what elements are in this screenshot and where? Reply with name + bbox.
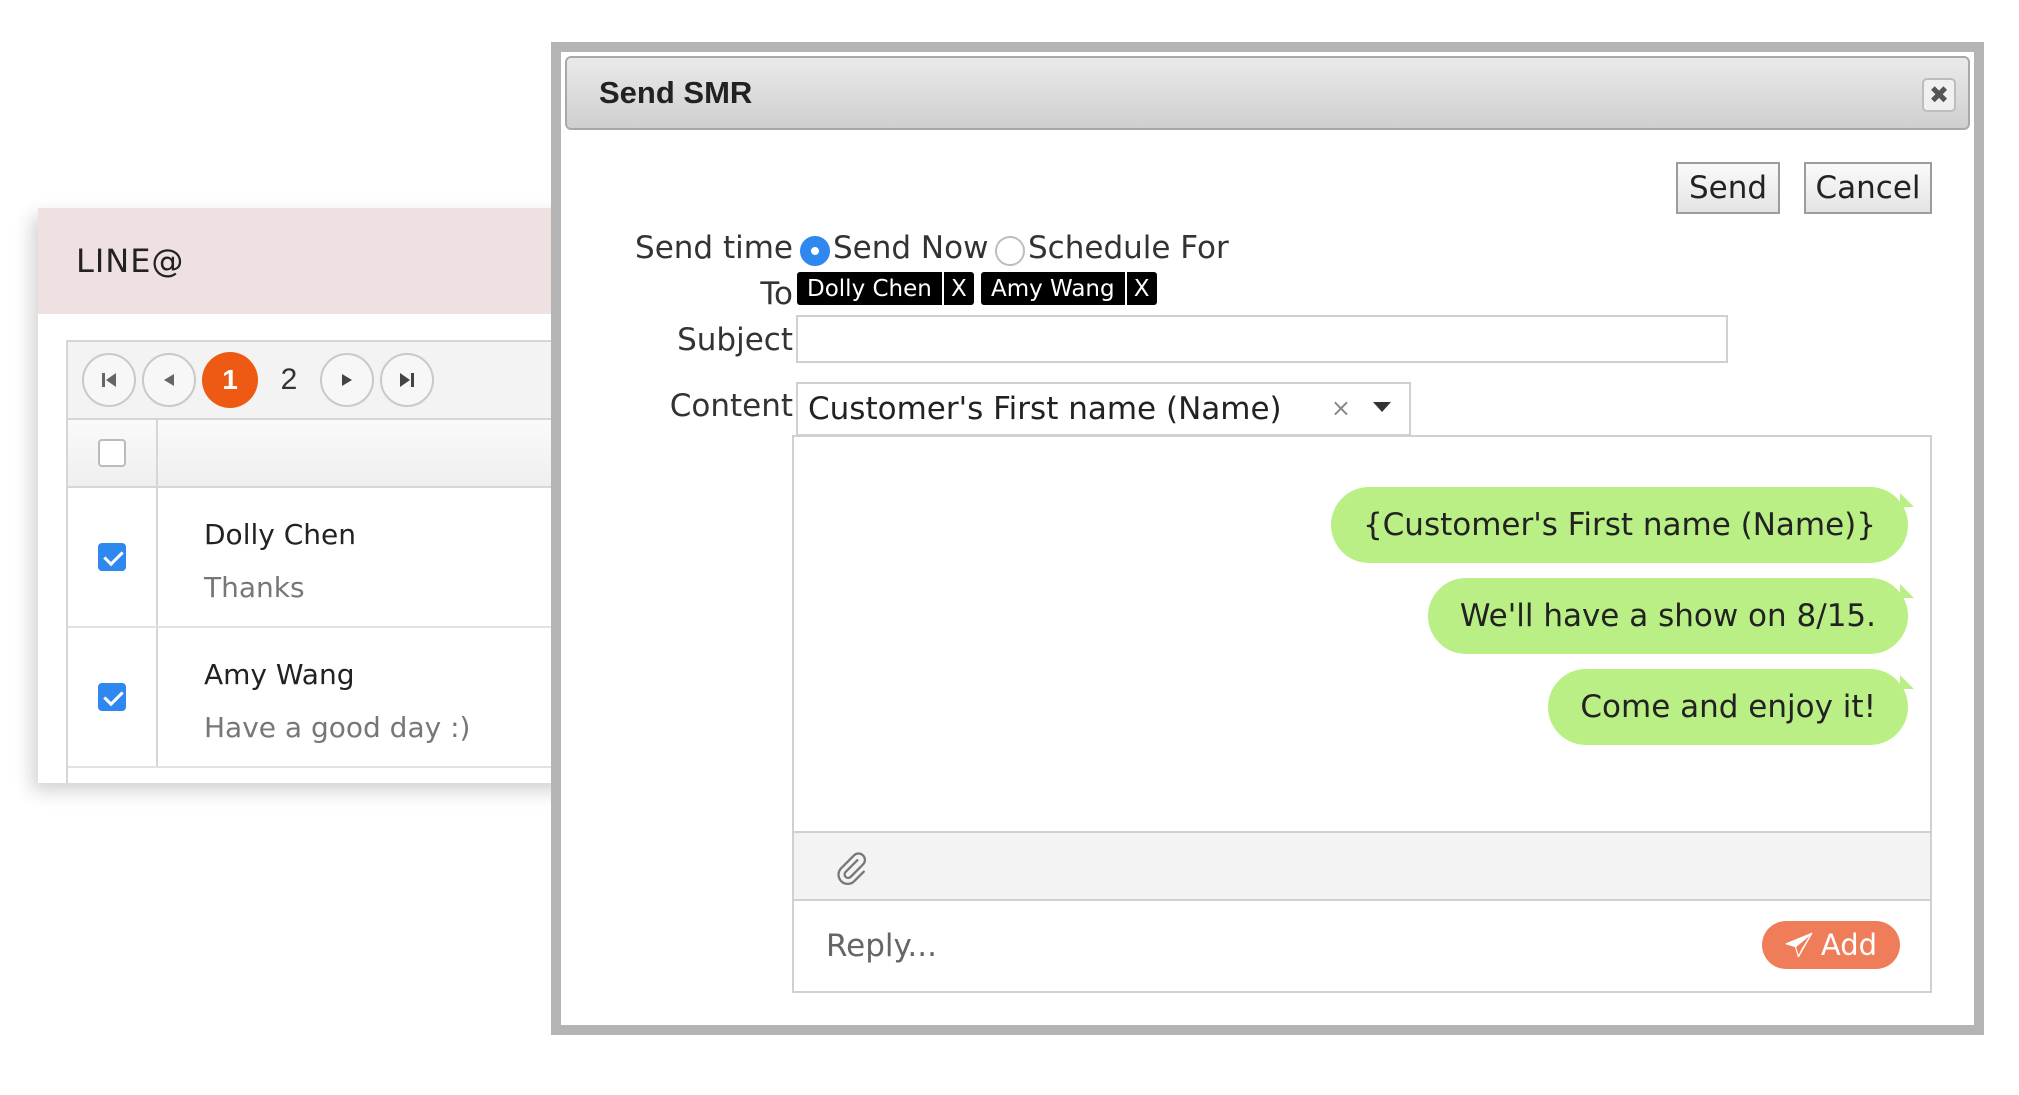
select-all-cell — [68, 420, 158, 486]
row-check-cell — [68, 628, 158, 766]
last-page-icon — [400, 373, 414, 387]
recipient-tag: Dolly Chen X — [797, 272, 974, 305]
remove-recipient-button[interactable]: X — [1124, 272, 1157, 305]
chevron-down-icon[interactable] — [1373, 402, 1391, 412]
table-header-row — [68, 420, 598, 488]
row-content: Dolly Chen Thanks — [158, 488, 356, 626]
table-row[interactable]: Dolly Chen Thanks — [68, 488, 598, 628]
row-checkbox[interactable] — [98, 543, 126, 571]
page-button-current[interactable]: 1 — [202, 352, 258, 408]
message-bubble: Come and enjoy it! — [1548, 669, 1914, 745]
table-row[interactable]: Amy Wang Have a good day :) — [68, 628, 598, 768]
content-label: Content — [669, 388, 793, 424]
subject-input[interactable] — [796, 315, 1728, 363]
recipient-name: Amy Wang — [991, 275, 1115, 302]
line-panel-title: LINE@ — [76, 242, 185, 280]
send-button[interactable]: Send — [1676, 162, 1780, 214]
dialog-titlebar: Send SMR ✖ — [565, 56, 1970, 130]
close-icon: ✖ — [1928, 81, 1950, 109]
row-contact-name: Amy Wang — [204, 658, 355, 691]
send-time-label: Send time — [635, 230, 793, 266]
send-smr-dialog: Send SMR ✖ Send Cancel Send time Send No… — [551, 42, 1984, 1035]
message-preview: {Customer's First name (Name)} We'll hav… — [792, 435, 1932, 831]
to-label: To — [760, 276, 793, 312]
pagination: 1 2 — [68, 342, 598, 420]
add-button-label: Add — [1820, 928, 1878, 962]
message-bubble: {Customer's First name (Name)} — [1330, 487, 1915, 563]
first-page-button[interactable] — [82, 353, 136, 407]
reply-bar: Add — [792, 901, 1932, 993]
message-bubble: We'll have a show on 8/15. — [1427, 578, 1915, 654]
paperclip-icon[interactable] — [834, 851, 868, 885]
row-last-message: Have a good day :) — [204, 711, 471, 744]
dialog-title: Send SMR — [599, 75, 753, 110]
recipient-tag: Amy Wang X — [981, 272, 1157, 305]
last-page-button[interactable] — [380, 353, 434, 407]
subject-label: Subject — [677, 322, 793, 358]
line-panel-header: LINE@ — [38, 208, 598, 314]
prev-page-icon — [164, 374, 174, 386]
row-check-cell — [68, 488, 158, 626]
remove-recipient-button[interactable]: X — [941, 272, 974, 305]
next-page-button[interactable] — [320, 353, 374, 407]
next-page-icon — [342, 374, 352, 386]
row-checkbox[interactable] — [98, 683, 126, 711]
content-select[interactable]: Customer's First name (Name) × — [796, 382, 1411, 436]
close-button[interactable]: ✖ — [1922, 78, 1956, 112]
content-select-value: Customer's First name (Name) — [808, 391, 1282, 427]
recipient-name: Dolly Chen — [807, 275, 932, 302]
conversation-table: 1 2 Dolly Chen Thanks Amy Wang Have a go… — [66, 340, 598, 783]
prev-page-button[interactable] — [142, 353, 196, 407]
row-contact-name: Dolly Chen — [204, 518, 356, 551]
line-panel: LINE@ 1 2 Dolly Chen Thanks Amy Wang Hav… — [38, 208, 598, 783]
add-button[interactable]: Add — [1762, 921, 1900, 969]
send-now-label[interactable]: Send Now — [833, 230, 988, 266]
cancel-button[interactable]: Cancel — [1804, 162, 1932, 214]
row-content: Amy Wang Have a good day :) — [158, 628, 470, 766]
schedule-for-radio[interactable] — [995, 236, 1025, 266]
attachment-toolbar — [792, 831, 1932, 901]
page-button-2[interactable]: 2 — [264, 363, 314, 397]
paper-plane-icon — [1785, 932, 1813, 958]
send-now-radio[interactable] — [800, 236, 830, 266]
reply-input[interactable] — [824, 921, 1704, 971]
schedule-for-label[interactable]: Schedule For — [1028, 230, 1229, 266]
select-all-checkbox[interactable] — [98, 439, 126, 467]
clear-icon[interactable]: × — [1331, 394, 1351, 422]
first-page-icon — [102, 373, 116, 387]
row-last-message: Thanks — [204, 571, 305, 604]
